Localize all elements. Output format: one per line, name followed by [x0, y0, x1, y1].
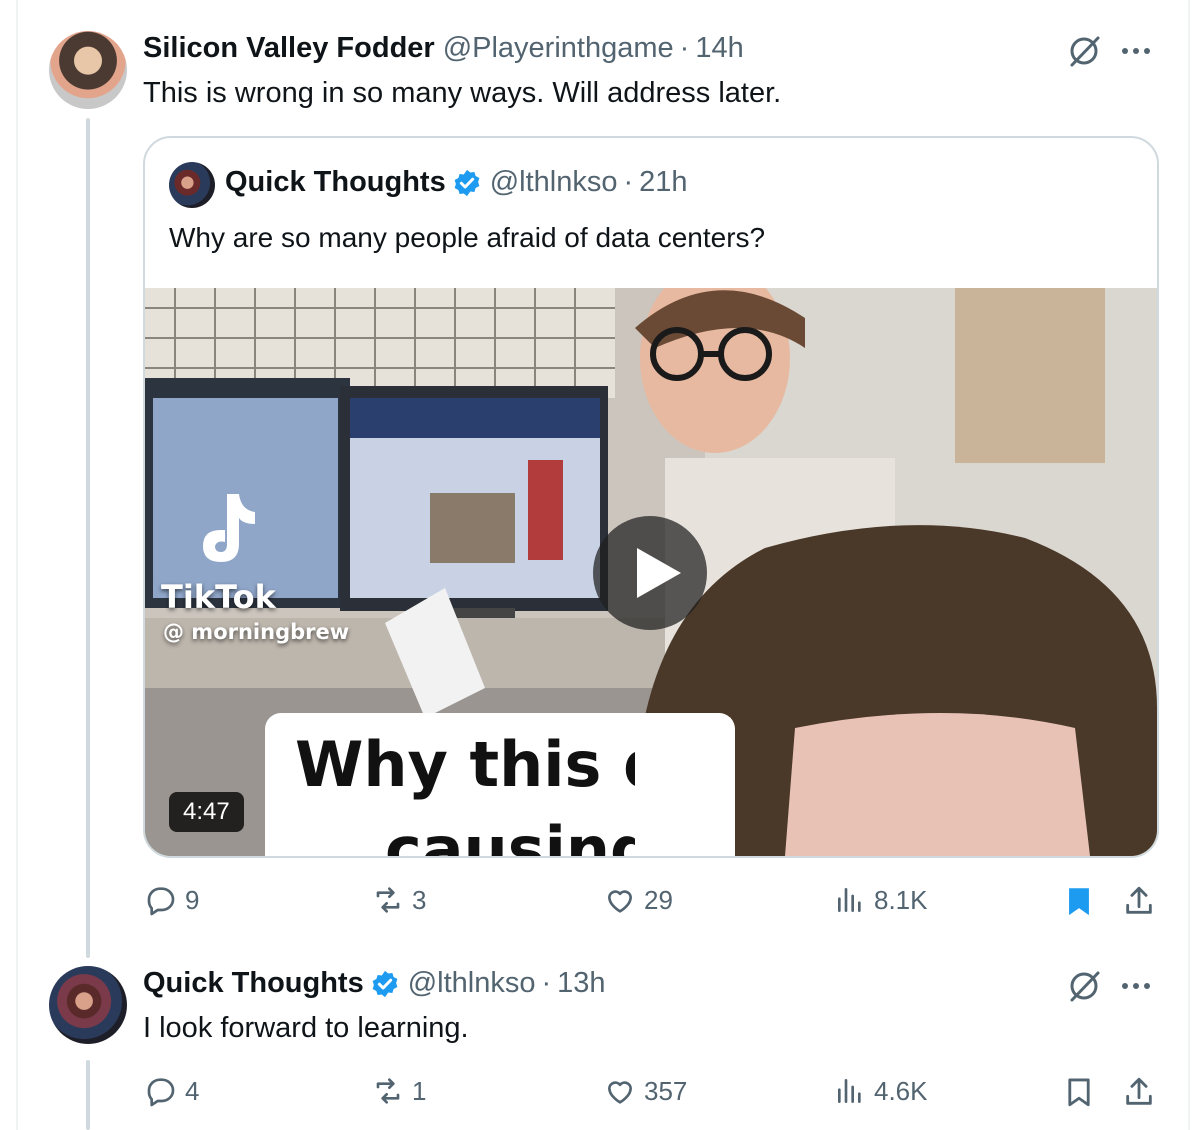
- share-icon[interactable]: [1122, 1075, 1156, 1109]
- tiktok-logo: [187, 488, 257, 568]
- quote-user-handle: @lthlnkso: [489, 166, 618, 198]
- bookmark-icon[interactable]: [1062, 1075, 1096, 1109]
- avatar[interactable]: [49, 966, 127, 1044]
- share-icon[interactable]: [1122, 884, 1156, 918]
- timestamp[interactable]: 14h: [695, 32, 743, 65]
- verified-icon: [454, 169, 480, 196]
- tweet-header: Silicon Valley Fodder @Playerinthgame · …: [143, 32, 744, 65]
- tweet-header: Quick Thoughts @lthlnkso · 13h: [143, 967, 606, 1000]
- like-count: 357: [644, 1075, 688, 1106]
- video-player[interactable]: TikTok @ morningbrew Why this da causing…: [145, 288, 1157, 856]
- reply-count: 9: [185, 884, 200, 915]
- quote-avatar: [169, 162, 215, 208]
- video-duration-badge: 4:47: [169, 792, 244, 832]
- user-handle[interactable]: @lthlnkso: [408, 967, 536, 1000]
- separator-dot: ·: [679, 32, 690, 64]
- play-icon: [637, 548, 681, 598]
- quote-tweet-card[interactable]: Quick Thoughts @lthlnkso · 21h Why are s…: [143, 136, 1159, 858]
- like-button[interactable]: 29: [604, 884, 673, 916]
- more-icon[interactable]: [1118, 33, 1154, 69]
- views-button[interactable]: 4.6K: [834, 1075, 928, 1107]
- timestamp[interactable]: 13h: [557, 967, 605, 1000]
- verified-icon: [372, 970, 398, 997]
- thread-connector: [86, 1060, 90, 1130]
- repost-icon: [376, 887, 400, 913]
- like-icon: [608, 1081, 632, 1104]
- quote-timestamp: 21h: [639, 166, 688, 198]
- repost-button[interactable]: 3: [372, 884, 426, 916]
- views-count: 8.1K: [874, 884, 928, 915]
- quote-text: Why are so many people afraid of data ce…: [169, 222, 766, 253]
- reply-button[interactable]: 9: [145, 884, 199, 916]
- tiktok-watermark-handle: @ morningbrew: [163, 620, 350, 644]
- reply-icon: [147, 1078, 175, 1107]
- views-count: 4.6K: [874, 1075, 928, 1106]
- like-count: 29: [644, 884, 673, 915]
- tweet-text: I look forward to learning.: [143, 1012, 469, 1044]
- timeline-border-left: [16, 0, 18, 1130]
- separator-dot: ·: [541, 967, 552, 999]
- separator-dot: ·: [623, 166, 634, 198]
- tweet-text: This is wrong in so many ways. Will addr…: [143, 77, 782, 109]
- bookmark-icon[interactable]: [1062, 884, 1096, 918]
- views-icon: [838, 888, 861, 912]
- quote-display-name: Quick Thoughts: [225, 166, 446, 198]
- reply-icon: [147, 887, 175, 916]
- repost-count: 1: [412, 1075, 427, 1106]
- thread-connector: [86, 118, 90, 958]
- like-icon: [608, 890, 632, 913]
- grok-icon[interactable]: [1066, 968, 1102, 1004]
- user-handle[interactable]: @Playerinthgame: [443, 32, 674, 65]
- grok-icon[interactable]: [1066, 33, 1102, 69]
- repost-icon: [376, 1078, 400, 1104]
- repost-count: 3: [412, 884, 427, 915]
- like-button[interactable]: 357: [604, 1075, 687, 1107]
- avatar[interactable]: [49, 31, 127, 109]
- display-name[interactable]: Silicon Valley Fodder: [143, 32, 435, 65]
- repost-button[interactable]: 1: [372, 1075, 426, 1107]
- more-icon[interactable]: [1118, 968, 1154, 1004]
- play-button[interactable]: [593, 516, 707, 630]
- tiktok-watermark-brand: TikTok: [161, 578, 276, 616]
- timeline-border-right: [1188, 0, 1190, 1130]
- reply-button[interactable]: 4: [145, 1075, 199, 1107]
- views-button[interactable]: 8.1K: [834, 884, 928, 916]
- quote-header: Quick Thoughts @lthlnkso · 21h: [225, 166, 688, 199]
- video-caption-line2: causing: [385, 813, 635, 856]
- reply-count: 4: [185, 1075, 200, 1106]
- display-name[interactable]: Quick Thoughts: [143, 967, 364, 1000]
- views-icon: [838, 1079, 861, 1103]
- video-caption-line1: Why this da: [295, 728, 635, 801]
